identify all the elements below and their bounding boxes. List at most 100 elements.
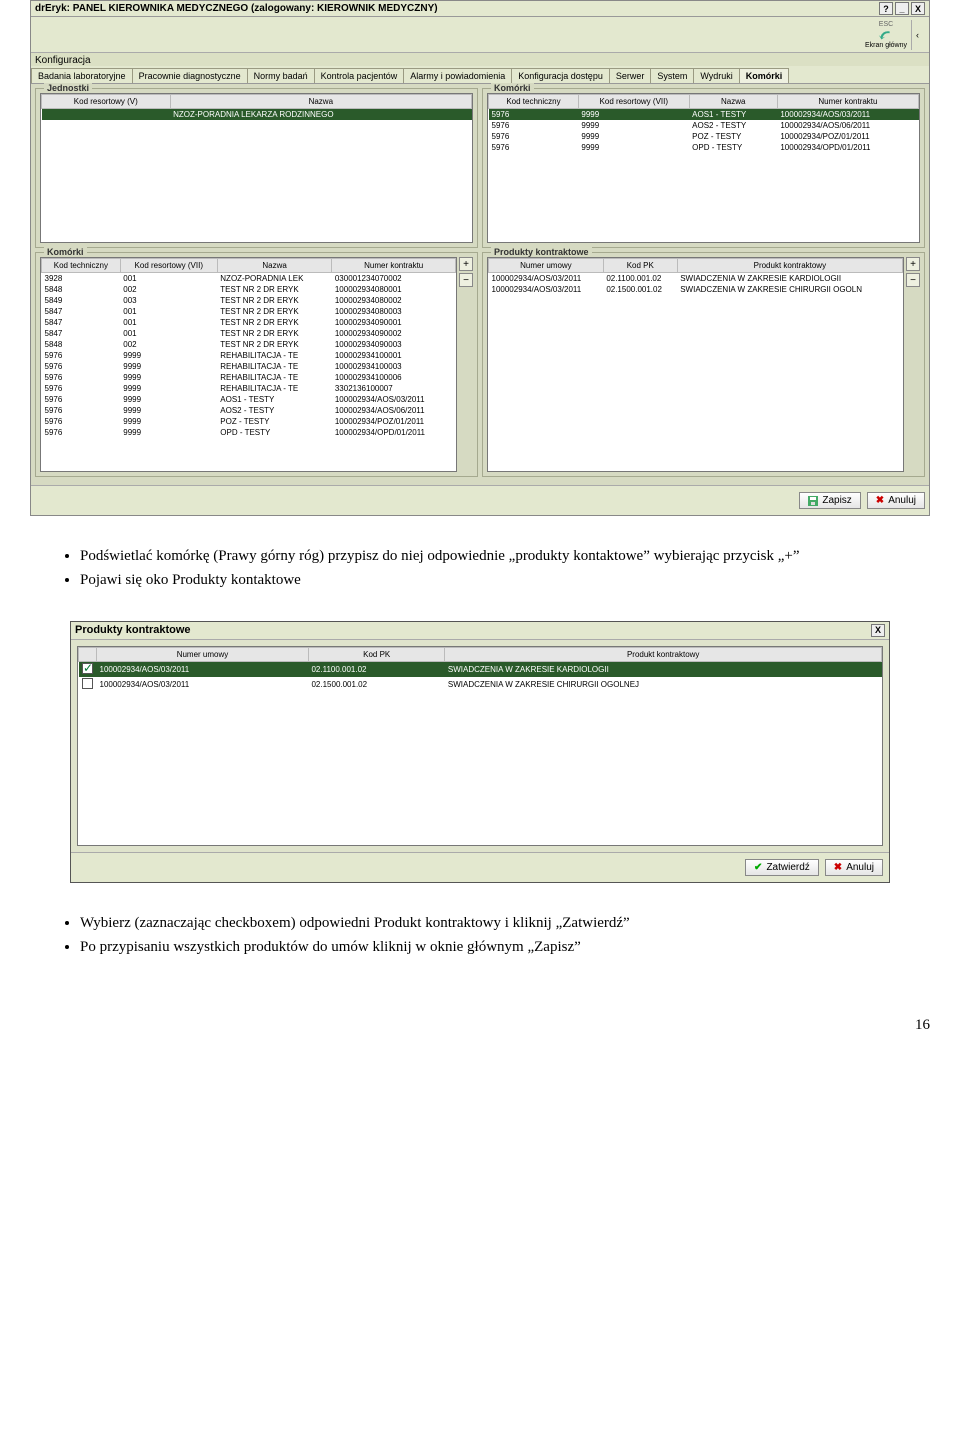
- column-header[interactable]: Produkt kontraktowy: [445, 647, 882, 661]
- table-row[interactable]: 100002934/AOS/03/201102.1500.001.02SWIAD…: [489, 284, 903, 295]
- produkty-legend: Produkty kontraktowe: [491, 247, 592, 257]
- komorki-bottom-legend: Komórki: [44, 247, 87, 257]
- table-row[interactable]: 5849003TEST NR 2 DR ERYK100002934080002: [42, 295, 456, 306]
- dialog-title: Produkty kontraktowe: [75, 624, 191, 637]
- column-header[interactable]: Nazwa: [170, 95, 471, 109]
- check-icon: ✔: [754, 862, 762, 873]
- table-row[interactable]: 100002934/AOS/03/201102.1100.001.02SWIAD…: [79, 661, 882, 677]
- table-row[interactable]: 3928001NZOZ-PORADNIA LEK030001234070002: [42, 273, 456, 285]
- tab-badania-laboratoryjne[interactable]: Badania laboratoryjne: [31, 68, 133, 83]
- cancel-icon: ✖: [876, 495, 884, 506]
- produkty-remove-button[interactable]: −: [906, 273, 920, 287]
- tab-wydruki[interactable]: Wydruki: [693, 68, 739, 83]
- tab-pracownie-diagnostyczne[interactable]: Pracownie diagnostyczne: [132, 68, 248, 83]
- table-row[interactable]: 59769999AOS1 - TESTY100002934/AOS/03/201…: [489, 109, 919, 121]
- column-header[interactable]: Numer kontraktu: [777, 95, 918, 109]
- table-row[interactable]: 59769999REHABILITACJA - TE3302136100007: [42, 383, 456, 394]
- dialog-footer: ✔ Zatwierdź ✖ Anuluj: [71, 852, 889, 882]
- produkty-dialog: Produkty kontraktowe X Numer umowyKod PK…: [70, 621, 890, 883]
- table-row[interactable]: 59769999AOS1 - TESTY100002934/AOS/03/201…: [42, 394, 456, 405]
- tab-konfiguracja-dost-pu[interactable]: Konfiguracja dostępu: [511, 68, 610, 83]
- tab-serwer[interactable]: Serwer: [609, 68, 652, 83]
- column-header[interactable]: [79, 647, 97, 661]
- komorki-top-panel: Komórki Kod technicznyKod resortowy (VII…: [482, 88, 925, 248]
- cancel-label: Anuluj: [888, 495, 916, 506]
- table-row[interactable]: 100002934/AOS/03/201102.1500.001.02SWIAD…: [79, 677, 882, 692]
- column-header[interactable]: Nazwa: [689, 95, 777, 109]
- tab-kom-rki[interactable]: Komórki: [739, 68, 790, 83]
- cancel-button[interactable]: ✖ Anuluj: [867, 492, 925, 509]
- esc-label: ESC: [879, 21, 893, 28]
- instruction-item: Pojawi się oko Produkty kontaktowe: [80, 570, 900, 590]
- column-header[interactable]: Kod PK: [308, 647, 444, 661]
- table-row[interactable]: 59769999OPD - TESTY100002934/OPD/01/2011: [42, 427, 456, 438]
- column-header[interactable]: Numer umowy: [489, 259, 604, 273]
- table-row[interactable]: 5847001TEST NR 2 DR ERYK100002934080003: [42, 306, 456, 317]
- jednostki-legend: Jednostki: [44, 83, 92, 93]
- komorki-top-table[interactable]: Kod technicznyKod resortowy (VII)NazwaNu…: [488, 94, 919, 153]
- tab-system[interactable]: System: [650, 68, 694, 83]
- table-row[interactable]: NZOZ-PORADNIA LEKARZA RODZINNEGO: [42, 109, 472, 121]
- produkty-add-button[interactable]: +: [906, 257, 920, 271]
- table-row[interactable]: 59769999REHABILITACJA - TE10000293410000…: [42, 372, 456, 383]
- dialog-table[interactable]: Numer umowyKod PKProdukt kontraktowy 100…: [78, 647, 882, 692]
- column-header[interactable]: Kod techniczny: [489, 95, 579, 109]
- instruction-item: Podświetlać komórkę (Prawy górny róg) pr…: [80, 546, 900, 566]
- main-screen-button[interactable]: ESC Ekran główny: [865, 21, 907, 49]
- instructions-2: Wybierz (zaznaczając checkboxem) odpowie…: [80, 913, 900, 958]
- column-header[interactable]: Numer kontraktu: [332, 259, 456, 273]
- produkty-table[interactable]: Numer umowyKod PKProdukt kontraktowy 100…: [488, 258, 903, 295]
- jednostki-table[interactable]: Kod resortowy (V)Nazwa NZOZ-PORADNIA LEK…: [41, 94, 472, 120]
- table-row[interactable]: 5848002TEST NR 2 DR ERYK100002934080001: [42, 284, 456, 295]
- table-row[interactable]: 59769999POZ - TESTY100002934/POZ/01/2011: [42, 416, 456, 427]
- sidebar-handle[interactable]: ‹: [911, 20, 923, 50]
- table-row[interactable]: 5847001TEST NR 2 DR ERYK100002934090002: [42, 328, 456, 339]
- komorki-remove-button[interactable]: −: [459, 273, 473, 287]
- minimize-button[interactable]: _: [895, 2, 909, 15]
- save-label: Zapisz: [822, 495, 851, 506]
- menubar: Konfiguracja: [31, 53, 929, 66]
- column-header[interactable]: Produkt kontraktowy: [677, 259, 902, 273]
- column-header[interactable]: Kod PK: [603, 259, 677, 273]
- help-button[interactable]: ?: [879, 2, 893, 15]
- column-header[interactable]: Kod resortowy (V): [42, 95, 171, 109]
- bottom-bar: Zapisz ✖ Anuluj: [31, 485, 929, 515]
- column-header[interactable]: Kod resortowy (VII): [578, 95, 689, 109]
- table-row[interactable]: 59769999REHABILITACJA - TE10000293410000…: [42, 361, 456, 372]
- row-checkbox[interactable]: [82, 663, 93, 674]
- confirm-button[interactable]: ✔ Zatwierdź: [745, 859, 819, 876]
- tab-normy-bada-[interactable]: Normy badań: [247, 68, 315, 83]
- table-row[interactable]: 59769999AOS2 - TESTY100002934/AOS/06/201…: [489, 120, 919, 131]
- confirm-label: Zatwierdź: [766, 862, 809, 873]
- komorki-top-legend: Komórki: [491, 83, 534, 93]
- komorki-bottom-table[interactable]: Kod technicznyKod resortowy (VII)NazwaNu…: [41, 258, 456, 438]
- table-row[interactable]: 59769999REHABILITACJA - TE10000293410000…: [42, 350, 456, 361]
- dialog-cancel-button[interactable]: ✖ Anuluj: [825, 859, 883, 876]
- save-icon: [808, 496, 818, 506]
- column-header[interactable]: Kod techniczny: [42, 259, 121, 273]
- table-row[interactable]: 59769999OPD - TESTY100002934/OPD/01/2011: [489, 142, 919, 153]
- tab-alarmy-i-powiadomienia[interactable]: Alarmy i powiadomienia: [403, 68, 512, 83]
- instruction-item: Po przypisaniu wszystkich produktów do u…: [80, 937, 900, 957]
- column-header[interactable]: Kod resortowy (VII): [120, 259, 217, 273]
- row-checkbox[interactable]: [82, 678, 93, 689]
- dialog-close-button[interactable]: X: [871, 624, 885, 637]
- column-header[interactable]: Nazwa: [217, 259, 332, 273]
- table-row[interactable]: 59769999AOS2 - TESTY100002934/AOS/06/201…: [42, 405, 456, 416]
- komorki-add-button[interactable]: +: [459, 257, 473, 271]
- dialog-titlebar: Produkty kontraktowe X: [71, 622, 889, 640]
- komorki-bottom-panel: Komórki Kod technicznyKod resortowy (VII…: [35, 252, 478, 477]
- menu-konfiguracja[interactable]: Konfiguracja: [35, 55, 91, 66]
- table-row[interactable]: 59769999POZ - TESTY100002934/POZ/01/2011: [489, 131, 919, 142]
- titlebar: drEryk: PANEL KIEROWNIKA MEDYCZNEGO (zal…: [31, 1, 929, 17]
- jednostki-panel: Jednostki Kod resortowy (V)Nazwa NZOZ-PO…: [35, 88, 478, 248]
- page-number: 16: [0, 987, 960, 1044]
- tab-kontrola-pacjent-w[interactable]: Kontrola pacjentów: [314, 68, 405, 83]
- table-row[interactable]: 5847001TEST NR 2 DR ERYK100002934090001: [42, 317, 456, 328]
- window-title: drEryk: PANEL KIEROWNIKA MEDYCZNEGO (zal…: [35, 3, 438, 14]
- table-row[interactable]: 5848002TEST NR 2 DR ERYK100002934090003: [42, 339, 456, 350]
- save-button[interactable]: Zapisz: [799, 492, 860, 509]
- table-row[interactable]: 100002934/AOS/03/201102.1100.001.02SWIAD…: [489, 273, 903, 285]
- close-button[interactable]: X: [911, 2, 925, 15]
- column-header[interactable]: Numer umowy: [97, 647, 309, 661]
